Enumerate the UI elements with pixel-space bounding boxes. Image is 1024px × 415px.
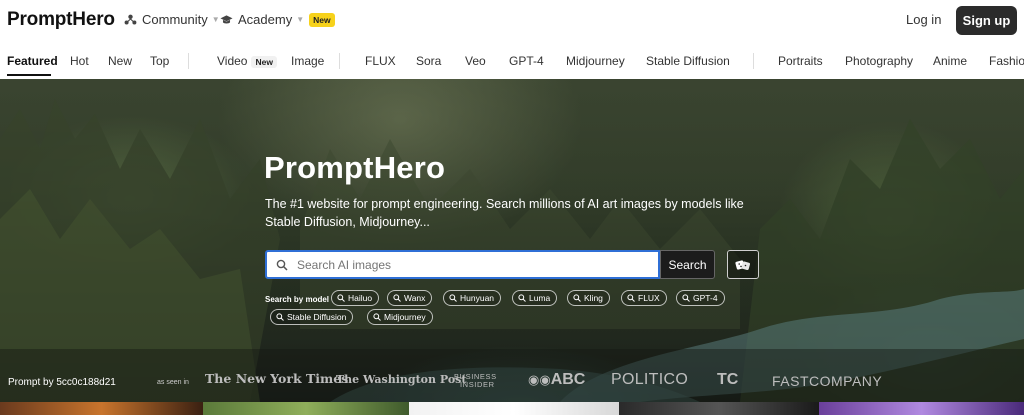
community-label: Community xyxy=(142,12,208,27)
press-logo-washington-post: The Washington Post xyxy=(336,373,467,386)
academy-label: Academy xyxy=(238,12,293,27)
tab-new[interactable]: New xyxy=(108,54,132,68)
model-chip-label: Luma xyxy=(529,293,551,303)
model-chip-hailuo[interactable]: Hailuo xyxy=(331,290,380,306)
search-icon xyxy=(518,294,526,302)
model-chip-label: Hunyuan xyxy=(460,293,495,303)
search-icon xyxy=(682,294,690,302)
model-chip-label: FLUX xyxy=(638,293,660,303)
tab-flux[interactable]: FLUX xyxy=(365,54,396,68)
search-icon xyxy=(627,294,635,302)
preview-image[interactable] xyxy=(409,402,619,415)
preview-image[interactable] xyxy=(0,402,203,415)
bi-line2: INSIDER xyxy=(460,380,495,389)
search-icon xyxy=(276,259,288,271)
hero-title: PromptHero xyxy=(264,150,446,185)
press-logo-techcrunch: TC xyxy=(717,371,739,388)
search-input[interactable] xyxy=(297,257,637,272)
model-chip-gpt-4[interactable]: GPT-4 xyxy=(676,290,725,306)
search-icon xyxy=(393,294,401,302)
model-chip-label: Midjourney xyxy=(384,312,426,322)
press-logo-business-insider: BUSINESS INSIDER xyxy=(454,373,497,389)
tab-fashion[interactable]: Fashio xyxy=(989,54,1024,68)
model-chip-label: Hailuo xyxy=(348,293,373,303)
tab-veo[interactable]: Veo xyxy=(465,54,486,68)
signup-button[interactable]: Sign up xyxy=(956,6,1017,35)
community-icon xyxy=(124,14,137,24)
preview-image[interactable] xyxy=(203,402,409,415)
new-badge: New xyxy=(309,12,335,27)
community-menu[interactable]: Community ▼ xyxy=(124,12,220,27)
login-link[interactable]: Log in xyxy=(906,12,941,27)
top-navbar: PromptHero Community ▼ Academy ▼ New Log… xyxy=(0,0,1024,40)
active-tab-indicator xyxy=(7,74,51,76)
tab-anime[interactable]: Anime xyxy=(933,54,967,68)
model-chip-label: Wanx xyxy=(404,293,426,303)
tab-divider xyxy=(753,53,754,69)
chevron-down-icon: ▼ xyxy=(211,15,220,24)
preview-image[interactable] xyxy=(819,402,1024,415)
dice-icon xyxy=(735,259,750,270)
model-chip-flux[interactable]: FLUX xyxy=(621,290,667,306)
tab-hot[interactable]: Hot xyxy=(70,54,89,68)
logo[interactable]: PromptHero xyxy=(7,9,115,31)
abc-label: ABC xyxy=(550,371,586,388)
tab-top[interactable]: Top xyxy=(150,54,169,68)
tab-divider xyxy=(188,53,189,69)
random-button[interactable] xyxy=(727,250,759,279)
press-logo-politico: POLITICO xyxy=(611,371,689,388)
search-icon xyxy=(337,294,345,302)
model-chip-stable-diffusion[interactable]: Stable Diffusion xyxy=(270,309,354,325)
search-icon xyxy=(573,294,581,302)
tab-divider xyxy=(339,53,340,69)
press-logo-fast-company: FASTCOMPANY xyxy=(772,373,883,389)
model-chip-label: GPT-4 xyxy=(693,293,718,303)
hero-overlay xyxy=(0,79,1024,402)
model-chip-midjourney[interactable]: Midjourney xyxy=(367,309,433,325)
hero-banner: PromptHero The #1 website for prompt eng… xyxy=(0,79,1024,402)
abc-symbol-icon: ◉◉ xyxy=(528,372,551,387)
model-chip-kling[interactable]: Kling xyxy=(567,290,610,306)
hero-subtitle: The #1 website for prompt engineering. S… xyxy=(265,197,744,229)
tab-featured[interactable]: Featured xyxy=(7,54,58,68)
tab-sora[interactable]: Sora xyxy=(416,54,441,68)
tab-photography[interactable]: Photography xyxy=(845,54,913,68)
category-tabs: Featured Hot New Top Video New Image FLUX… xyxy=(0,44,1024,77)
tab-portraits[interactable]: Portraits xyxy=(778,54,823,68)
tab-video-label: Video xyxy=(217,54,248,68)
model-chip-label: Kling xyxy=(584,293,603,303)
graduation-cap-icon xyxy=(220,14,233,24)
tab-video[interactable]: Video New xyxy=(217,54,277,68)
academy-menu[interactable]: Academy ▼ New xyxy=(220,12,335,27)
model-chip-wanx[interactable]: Wanx xyxy=(387,290,433,306)
model-chip-label: Stable Diffusion xyxy=(287,312,347,322)
search-icon xyxy=(373,313,381,321)
press-logo-nyt: The New York Times xyxy=(205,371,349,386)
press-logo-abc: ◉◉ABC xyxy=(528,371,585,389)
tab-stable-diffusion[interactable]: Stable Diffusion xyxy=(646,54,730,68)
tab-gpt4[interactable]: GPT-4 xyxy=(509,54,544,68)
search-button[interactable]: Search xyxy=(660,250,715,279)
preview-image[interactable] xyxy=(619,402,819,415)
model-chip-hunyuan[interactable]: Hunyuan xyxy=(443,290,502,306)
new-badge: New xyxy=(251,56,277,68)
search-icon xyxy=(276,313,284,321)
search-by-model-label: Search by model xyxy=(265,295,330,304)
chevron-down-icon: ▼ xyxy=(296,15,305,24)
tab-image[interactable]: Image xyxy=(291,54,324,68)
search-icon xyxy=(449,294,457,302)
model-chip-luma[interactable]: Luma xyxy=(512,290,558,306)
search-box[interactable] xyxy=(265,250,660,279)
prompt-credit[interactable]: Prompt by 5cc0c188d21 xyxy=(8,377,116,388)
seen-in-label: as seen in xyxy=(157,379,189,386)
image-grid-preview xyxy=(0,402,1024,415)
tab-midjourney[interactable]: Midjourney xyxy=(566,54,625,68)
